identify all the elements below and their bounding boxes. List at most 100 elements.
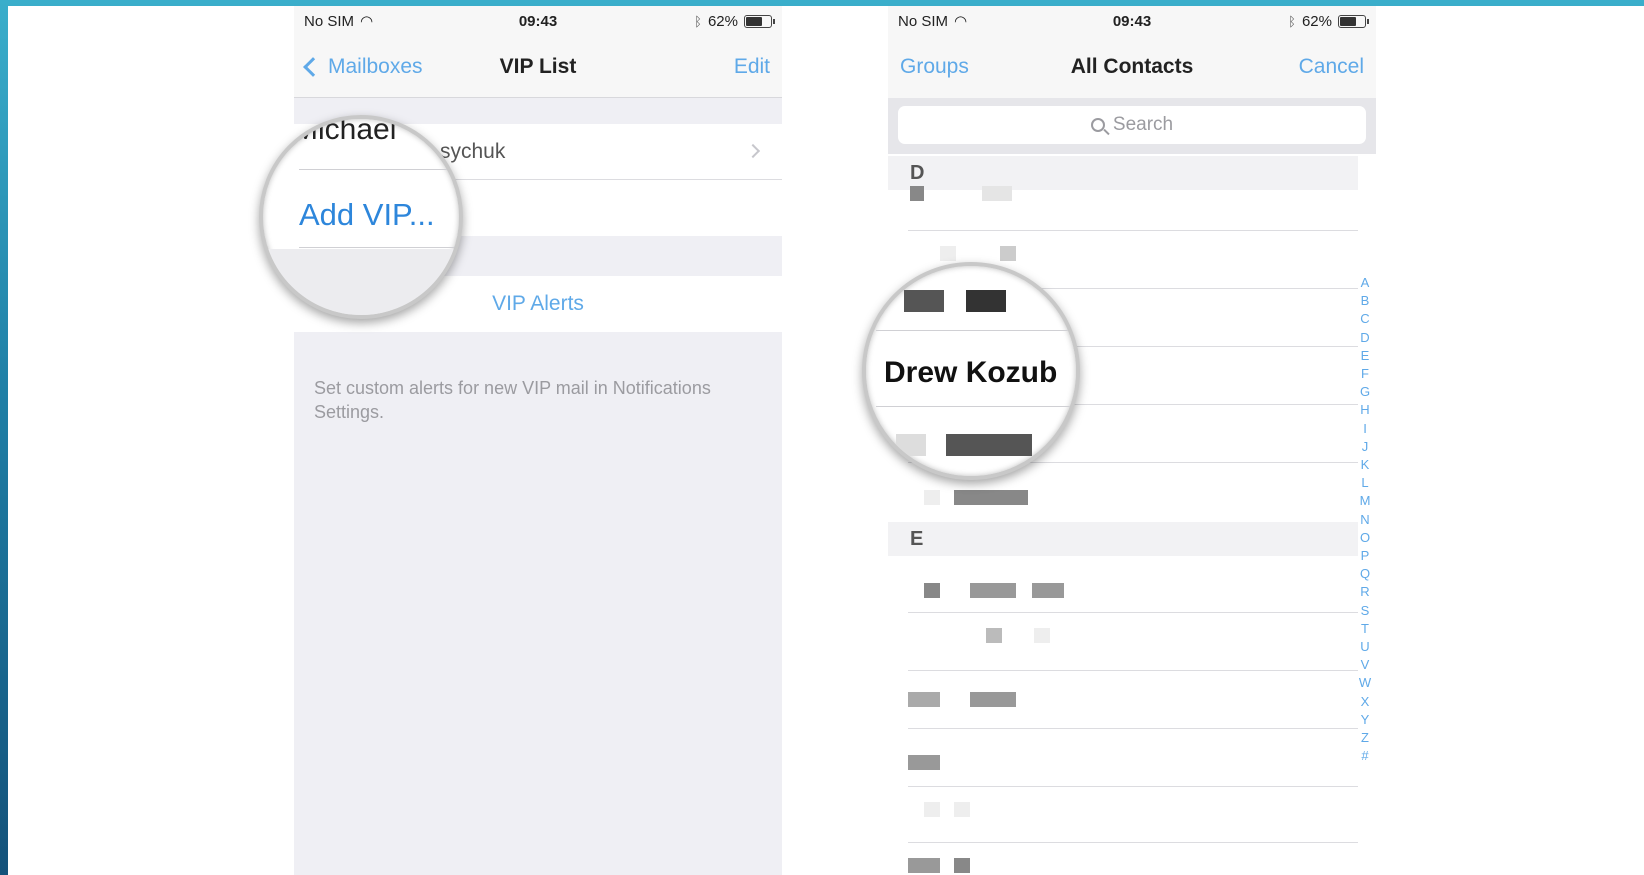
battery-icon <box>744 14 775 28</box>
alphabet-index[interactable]: A B C D E F G H I J K L M N O P Q R S T U V W X Y Z # <box>1358 274 1372 765</box>
section-header-d: D <box>888 156 1358 190</box>
index-letter[interactable]: L <box>1361 474 1368 492</box>
blurred-contact <box>1034 628 1050 643</box>
index-letter[interactable]: F <box>1361 365 1369 383</box>
index-letter[interactable]: W <box>1359 674 1371 692</box>
row-separator <box>299 247 459 248</box>
index-letter[interactable]: P <box>1361 547 1370 565</box>
index-letter[interactable]: # <box>1361 747 1368 765</box>
index-letter[interactable]: Y <box>1361 711 1370 729</box>
blurred-contact[interactable] <box>908 692 940 707</box>
index-letter[interactable]: N <box>1360 511 1369 529</box>
blurred-contact <box>982 186 1012 201</box>
status-bar: No SIM ◠ 09:43 ᛒ 62% <box>294 6 782 36</box>
battery-percent: 62% <box>1301 12 1332 30</box>
search-placeholder: Search <box>1112 114 1174 135</box>
blurred-contact <box>954 802 970 817</box>
status-bar: No SIM ◠ 09:43 ᛒ 62% <box>888 6 1376 36</box>
index-letter[interactable]: X <box>1361 693 1370 711</box>
magnified-contact-name: Michael <box>293 115 397 146</box>
clock: 09:43 <box>1112 12 1152 30</box>
row-separator <box>299 169 459 170</box>
page-title: VIP List <box>499 54 577 78</box>
section-header-e: E <box>888 522 1358 556</box>
row-separator <box>908 786 1358 787</box>
index-letter[interactable]: C <box>1360 310 1369 328</box>
add-vip-button[interactable]: Add VIP... <box>299 197 435 233</box>
vip-alerts-label: VIP Alerts <box>492 292 584 315</box>
search-icon <box>1090 118 1105 132</box>
blurred-contact[interactable] <box>910 186 924 201</box>
blurred-contact <box>1000 246 1016 261</box>
blurred-contact <box>904 290 944 312</box>
index-letter[interactable]: G <box>1360 383 1370 401</box>
search-bar: Search <box>888 98 1376 154</box>
row-separator <box>908 230 1358 231</box>
index-letter[interactable]: S <box>1361 602 1370 620</box>
index-letter[interactable]: V <box>1361 656 1370 674</box>
cancel-button[interactable]: Cancel <box>1299 55 1364 79</box>
index-letter[interactable]: O <box>1360 529 1370 547</box>
chevron-right-icon <box>745 143 761 159</box>
clock: 09:43 <box>518 12 558 30</box>
index-letter[interactable]: T <box>1361 620 1369 638</box>
index-letter[interactable]: A <box>1361 274 1370 292</box>
blurred-contact <box>1032 583 1064 598</box>
bluetooth-icon: ᛒ <box>694 13 702 29</box>
back-button[interactable]: Mailboxes <box>303 54 423 79</box>
index-letter[interactable]: Q <box>1360 565 1370 583</box>
edit-button[interactable]: Edit <box>734 55 770 79</box>
index-letter[interactable]: K <box>1361 456 1370 474</box>
blurred-contact[interactable] <box>908 858 940 873</box>
stage <box>8 6 1644 875</box>
section-gap <box>263 249 459 315</box>
battery-icon <box>1338 14 1369 28</box>
chevron-left-icon <box>303 56 323 77</box>
row-separator <box>908 842 1358 843</box>
index-letter[interactable]: Z <box>1361 729 1369 747</box>
index-letter[interactable]: B <box>1361 292 1370 310</box>
nav-bar: Groups All Contacts Cancel <box>888 36 1376 98</box>
blurred-contact <box>966 290 1006 312</box>
search-input[interactable]: Search <box>898 106 1366 144</box>
index-letter[interactable]: I <box>1363 420 1367 438</box>
row-separator <box>908 728 1358 729</box>
row-separator <box>876 330 1076 331</box>
wifi-icon: ◠ <box>360 13 374 30</box>
back-label: Mailboxes <box>328 54 423 78</box>
nav-bar: Mailboxes VIP List Edit <box>294 36 782 98</box>
blurred-contact[interactable] <box>908 755 940 770</box>
index-letter[interactable]: D <box>1360 329 1369 347</box>
blurred-contact[interactable] <box>940 246 956 261</box>
footer-note: Set custom alerts for new VIP mail in No… <box>314 378 711 422</box>
index-letter[interactable]: E <box>1361 347 1370 365</box>
blurred-contact[interactable] <box>924 583 940 598</box>
page-title: All Contacts <box>1070 55 1194 78</box>
groups-button[interactable]: Groups <box>900 55 969 79</box>
index-letter[interactable]: M <box>1360 492 1371 510</box>
row-separator <box>908 670 1358 671</box>
magnifier-add-vip: Michael Add VIP... <box>259 115 463 319</box>
index-letter[interactable]: U <box>1360 638 1369 656</box>
wifi-icon: ◠ <box>954 13 968 30</box>
index-letter[interactable]: R <box>1360 583 1369 601</box>
index-letter[interactable]: J <box>1362 438 1369 456</box>
blurred-contact <box>970 583 1016 598</box>
blurred-contact <box>970 692 1016 707</box>
battery-percent: 62% <box>707 12 738 30</box>
bluetooth-icon: ᛒ <box>1288 13 1296 29</box>
blurred-contact[interactable] <box>924 490 940 505</box>
blurred-contact <box>954 490 1028 505</box>
row-separator <box>876 406 1076 407</box>
blurred-contact <box>896 434 926 456</box>
row-separator <box>908 612 1358 613</box>
contact-drew-kozub[interactable]: Drew Kozub <box>884 356 1057 390</box>
carrier-label: No SIM <box>898 12 949 30</box>
blurred-contact[interactable] <box>986 628 1002 643</box>
blurred-contact <box>954 858 970 873</box>
carrier-label: No SIM <box>304 12 355 30</box>
blurred-contact[interactable] <box>924 802 940 817</box>
index-letter[interactable]: H <box>1360 401 1369 419</box>
blurred-contact <box>946 434 1032 456</box>
magnifier-contact: Drew Kozub <box>862 262 1080 480</box>
